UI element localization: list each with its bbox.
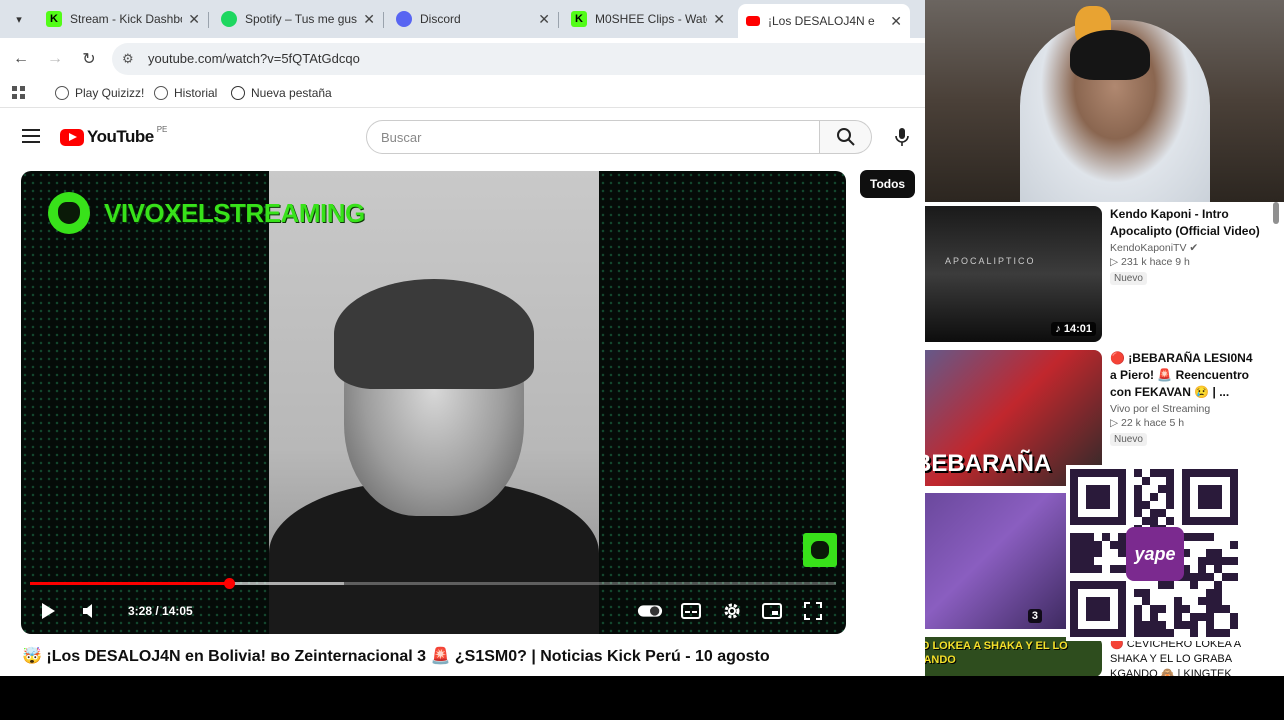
back-icon[interactable]: ← [10, 48, 32, 70]
bookmark-play-quizizz[interactable]: Play Quizizz! [55, 86, 144, 100]
recommendation-info: 🔴 CEVICHERO LOKEA A SHAKA Y EL LO GRABA … [1110, 637, 1260, 676]
spotify-icon [221, 11, 237, 27]
site-info-icon[interactable]: ⚙ [122, 51, 134, 67]
letterbox-bar [0, 676, 1284, 720]
channel-logo-icon [48, 192, 90, 234]
bookmark-label: Play Quizizz! [75, 86, 145, 100]
bookmark-label: Historial [174, 86, 218, 100]
apps-grid-icon[interactable] [12, 86, 26, 100]
thumbnail-text: CEVICHERO LOKEA A SHAKA Y EL LO GRABA KG… [925, 640, 1068, 666]
channel-watermark: VIVOXELSTREAMING [48, 192, 365, 234]
channel-name[interactable]: KendoKaponiTV ✔ [1110, 242, 1260, 254]
video-thumbnail[interactable]: CEVICHERO LOKEA A SHAKA Y EL LO GRABA KG… [925, 637, 1102, 676]
tab-title: Spotify – Tus me gust [245, 12, 358, 26]
bookmark-historial[interactable]: Historial [154, 86, 217, 100]
recommendation-title[interactable]: Kendo Kaponi - Intro Apocalipto (Officia… [1110, 206, 1260, 240]
yape-logo-icon: yape [1126, 527, 1184, 581]
kick-icon: K [46, 11, 62, 27]
tab-title: ¡Los DESALOJ4N e [768, 14, 875, 28]
brand-text: VIVOXELSTREAMING [104, 197, 365, 228]
tab-search-icon[interactable]: ▾ [8, 8, 30, 30]
address-bar: ← → ↻ ⚙ youtube.com/watch?v=5fQTAtGdcqo [0, 38, 925, 80]
video-player[interactable]: VIVOXELSTREAMING 3:28 / 14:05 [21, 171, 846, 634]
discord-icon [396, 11, 412, 27]
recommendation-title[interactable]: 🔴 ¡BEBARAÑA LESI0N4 a Piero! 🚨 Reencuent… [1110, 350, 1260, 401]
youtube-icon [746, 16, 760, 26]
miniplayer-icon[interactable] [759, 598, 785, 624]
player-controls: 3:28 / 14:05 [21, 594, 846, 628]
duration-badge: ♪ 14:01 [1051, 322, 1096, 336]
globe-icon [55, 86, 69, 100]
browser-window: ▾ K Stream - Kick Dashbo ✕ Spotify – Tus… [0, 0, 925, 676]
logo-text: YouTube [87, 127, 154, 146]
video-frame [269, 171, 599, 634]
tab-discord[interactable]: Discord ✕ [388, 4, 558, 34]
yape-label: yape [1134, 543, 1176, 564]
close-icon[interactable]: ✕ [188, 11, 200, 28]
yape-qr-code: yape [1066, 465, 1242, 641]
autoplay-toggle[interactable] [637, 598, 663, 624]
search-button[interactable] [820, 120, 872, 154]
tab-title: M0SHEE Clips - Watc [595, 12, 708, 26]
tab-kick-dashboard[interactable]: K Stream - Kick Dashbo ✕ [38, 4, 208, 34]
volume-icon[interactable] [77, 598, 103, 624]
tab-youtube-active[interactable]: ¡Los DESALOJ4N e ✕ [738, 4, 910, 38]
filter-chip-todos[interactable]: Todos [860, 170, 916, 198]
menu-icon[interactable] [22, 129, 40, 143]
sidebar-scrollbar[interactable] [1272, 198, 1281, 676]
search-icon [836, 128, 855, 146]
youtube-logo[interactable]: YouTube PE [60, 124, 168, 147]
webcam-overlay [925, 0, 1284, 202]
search-input[interactable]: Buscar [366, 120, 820, 154]
country-code: PE [156, 124, 168, 134]
reload-icon[interactable]: ↻ [78, 48, 100, 70]
settings-gear-icon[interactable] [719, 598, 745, 624]
url-text[interactable]: youtube.com/watch?v=5fQTAtGdcqo [148, 51, 360, 66]
subtitles-icon[interactable] [678, 598, 704, 624]
microphone-icon[interactable] [888, 123, 916, 151]
thumbnail-text: BEBARAÑA [925, 450, 1052, 477]
search-placeholder: Buscar [381, 130, 422, 145]
thumbnail-text: APOCALIPTICO [945, 256, 1036, 266]
youtube-header: YouTube PE Buscar [0, 112, 925, 160]
chrome-icon [231, 86, 245, 100]
history-icon [154, 86, 168, 100]
time-display: 3:28 / 14:05 [128, 604, 193, 618]
new-badge: Nuevo [1110, 433, 1147, 446]
kick-icon: K [571, 11, 587, 27]
tab-title: Discord [420, 12, 461, 26]
bookmark-label: Nueva pestaña [251, 86, 332, 100]
duration-badge: 3 [1027, 609, 1042, 623]
video-title: 🤯 ¡Los DESALOJ4N en Bolivia! ʙᴏ Zeintern… [22, 648, 770, 665]
view-meta: ▷ 231 k hace 9 h [1110, 256, 1190, 268]
tab-strip: ▾ K Stream - Kick Dashbo ✕ Spotify – Tus… [0, 0, 925, 38]
played-bar [30, 582, 230, 585]
close-icon[interactable]: ✕ [538, 11, 550, 28]
progress-bar[interactable] [30, 578, 836, 589]
tab-spotify[interactable]: Spotify – Tus me gust ✕ [213, 4, 383, 34]
play-icon[interactable] [35, 598, 61, 624]
new-badge: Nuevo [1110, 272, 1147, 285]
recommendation-info: Kendo Kaponi - Intro Apocalipto (Officia… [1110, 206, 1260, 286]
branding-icon[interactable] [803, 533, 837, 567]
close-icon[interactable]: ✕ [363, 11, 375, 28]
close-icon[interactable]: ✕ [890, 13, 902, 30]
view-meta: ▷ 22 k hace 5 h [1110, 417, 1185, 429]
recommendation-info: 🔴 ¡BEBARAÑA LESI0N4 a Piero! 🚨 Reencuent… [1110, 350, 1260, 447]
youtube-play-icon [60, 128, 84, 146]
forward-icon[interactable]: → [44, 48, 66, 70]
tab-title: Stream - Kick Dashbo [70, 12, 183, 26]
bookmark-nueva-pestana[interactable]: Nueva pestaña [231, 86, 332, 100]
tab-moshee-clips[interactable]: K M0SHEE Clips - Watc ✕ [563, 4, 733, 34]
bookmarks-bar: Play Quizizz! Historial Nueva pestaña [0, 80, 925, 108]
scrubber-handle[interactable] [224, 578, 236, 589]
recommendation-title[interactable]: 🔴 CEVICHERO LOKEA A SHAKA Y EL LO GRABA … [1110, 637, 1260, 676]
scrollbar-thumb[interactable] [1273, 202, 1279, 224]
video-thumbnail[interactable]: APOCALIPTICO ♪ 14:01 [925, 206, 1102, 342]
omnibox[interactable]: ⚙ youtube.com/watch?v=5fQTAtGdcqo [112, 43, 925, 75]
close-icon[interactable]: ✕ [713, 11, 725, 28]
channel-name[interactable]: Vivo por el Streaming [1110, 403, 1260, 415]
fullscreen-icon[interactable] [800, 598, 826, 624]
